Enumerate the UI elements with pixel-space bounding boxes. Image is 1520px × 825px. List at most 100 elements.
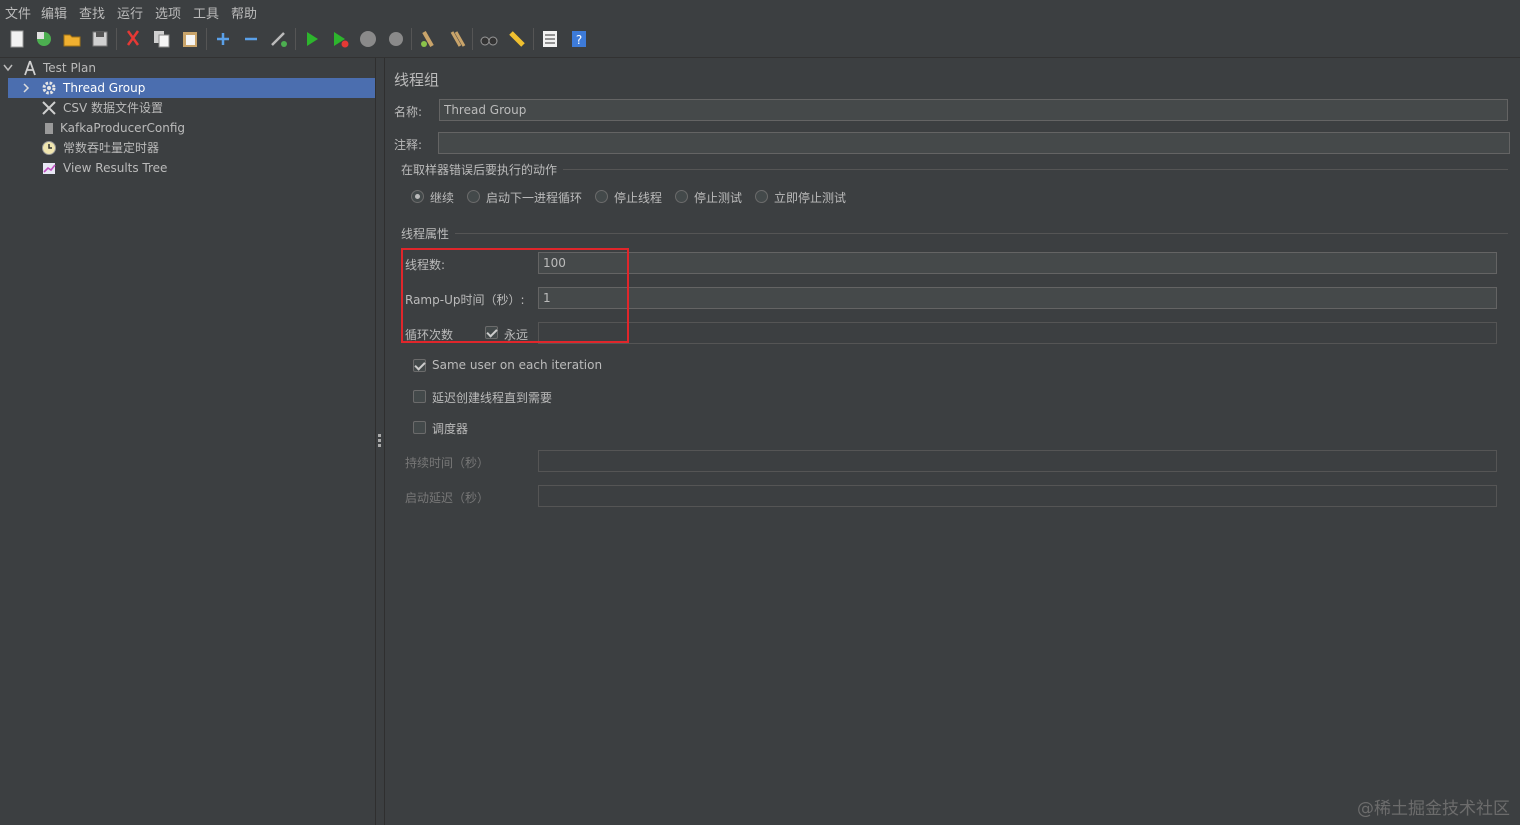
loop-count-input[interactable]	[538, 322, 1497, 344]
startup-delay-label: 启动延迟（秒）	[405, 491, 490, 505]
menu-options[interactable]: 选项	[155, 3, 181, 22]
test-plan-icon	[24, 60, 36, 76]
search-icon[interactable]	[479, 29, 499, 49]
wrench-icon	[42, 101, 56, 115]
error-action-section-title: 在取样器错误后要执行的动作	[401, 163, 558, 177]
same-user-checkbox[interactable]	[413, 359, 426, 372]
tree-item-throughput-timer[interactable]: 常数吞吐量定时器	[8, 138, 375, 158]
chevron-down-icon[interactable]	[3, 64, 13, 72]
tree-item-view-results-tree[interactable]: View Results Tree	[8, 158, 375, 178]
function-helper-icon[interactable]	[540, 29, 560, 49]
thread-group-panel: 线程组 名称: 注释: 在取样器错误后要执行的动作 继续 启动下一进程循环 停止…	[385, 58, 1520, 825]
radio-stop-test[interactable]	[675, 190, 688, 203]
threads-input[interactable]	[538, 252, 1497, 274]
kafka-sampler-icon	[45, 123, 53, 134]
grip-dot	[378, 439, 381, 442]
toolbar-separator	[472, 28, 473, 50]
start-icon[interactable]	[302, 29, 322, 49]
split-pane-divider[interactable]	[376, 58, 385, 825]
radio-continue-label: 继续	[430, 191, 455, 205]
tree-item-label: CSV 数据文件设置	[63, 101, 164, 115]
toolbar: ?	[0, 21, 1520, 58]
new-icon[interactable]	[7, 29, 27, 49]
open-icon[interactable]	[62, 29, 82, 49]
toolbar-separator	[116, 28, 117, 50]
gear-icon	[42, 81, 56, 95]
duration-label: 持续时间（秒）	[405, 456, 490, 470]
delay-thread-creation-label: 延迟创建线程直到需要	[432, 391, 553, 405]
save-icon[interactable]	[90, 29, 110, 49]
tree-item-label: 常数吞吐量定时器	[63, 141, 160, 155]
tree-item-label: Test Plan	[43, 61, 96, 75]
grip-dot	[378, 444, 381, 447]
radio-stop-test-now[interactable]	[755, 190, 768, 203]
section-divider	[563, 169, 1508, 170]
panel-title: 线程组	[394, 71, 440, 89]
tree-item-kafka-config[interactable]: KafkaProducerConfig	[8, 118, 375, 138]
same-user-label: Same user on each iteration	[432, 358, 603, 372]
tree-item-label: View Results Tree	[63, 161, 168, 175]
comment-label: 注释:	[394, 138, 423, 152]
tree-item-label: KafkaProducerConfig	[60, 121, 186, 135]
tree-item-label: Thread Group	[63, 81, 146, 95]
forever-label: 永远	[504, 328, 529, 342]
toolbar-separator	[295, 28, 296, 50]
menu-file[interactable]: 文件	[5, 3, 31, 22]
name-input[interactable]	[439, 99, 1508, 121]
cut-icon[interactable]	[123, 29, 143, 49]
toolbar-separator	[206, 28, 207, 50]
radio-continue[interactable]	[411, 190, 424, 203]
rampup-input[interactable]	[538, 287, 1497, 309]
reset-search-icon[interactable]	[507, 29, 527, 49]
watermark: @稀土掘金技术社区	[1357, 799, 1510, 819]
section-divider	[455, 233, 1508, 234]
scheduler-label: 调度器	[432, 422, 469, 436]
tree-item-test-plan[interactable]: Test Plan	[0, 58, 375, 78]
copy-icon[interactable]	[152, 29, 172, 49]
menu-run[interactable]: 运行	[117, 3, 143, 22]
collapse-icon[interactable]	[241, 29, 261, 49]
menu-tools[interactable]: 工具	[193, 3, 219, 22]
clear-all-icon[interactable]	[447, 29, 467, 49]
chevron-right-icon[interactable]	[22, 83, 30, 93]
paste-icon[interactable]	[180, 29, 200, 49]
templates-icon[interactable]	[34, 29, 54, 49]
radio-start-next-loop-label: 启动下一进程循环	[486, 191, 583, 205]
radio-stop-thread-label: 停止线程	[614, 191, 663, 205]
radio-stop-test-label: 停止测试	[694, 191, 743, 205]
delay-thread-creation-checkbox[interactable]	[413, 390, 426, 403]
help-icon[interactable]: ?	[569, 29, 589, 49]
menu-edit[interactable]: 编辑	[41, 3, 67, 22]
threads-label: 线程数:	[405, 258, 446, 272]
shutdown-icon[interactable]	[386, 29, 406, 49]
radio-stop-thread[interactable]	[595, 190, 608, 203]
menu-help[interactable]: 帮助	[231, 3, 257, 22]
toolbar-separator	[411, 28, 412, 50]
timer-icon	[42, 141, 56, 155]
comment-input[interactable]	[438, 132, 1510, 154]
loop-count-label: 循环次数	[405, 328, 454, 342]
expand-icon[interactable]	[213, 29, 233, 49]
startup-delay-input[interactable]	[538, 485, 1497, 507]
test-plan-tree: Test Plan Thread Group CSV 数据文件设置 KafkaP…	[0, 58, 376, 825]
toolbar-separator	[533, 28, 534, 50]
svg-text:?: ?	[576, 33, 582, 47]
tree-item-thread-group[interactable]: Thread Group	[8, 78, 375, 98]
grip-dot	[378, 434, 381, 437]
duration-input[interactable]	[538, 450, 1497, 472]
menu-bar: 文件 编辑 查找 运行 选项 工具 帮助	[0, 0, 1520, 22]
menu-search[interactable]: 查找	[79, 3, 105, 22]
tree-item-csv-config[interactable]: CSV 数据文件设置	[8, 98, 375, 118]
chart-icon	[43, 163, 56, 174]
start-no-pause-icon[interactable]	[330, 29, 350, 49]
radio-start-next-loop[interactable]	[467, 190, 480, 203]
radio-stop-test-now-label: 立即停止测试	[774, 191, 847, 205]
scheduler-checkbox[interactable]	[413, 421, 426, 434]
toggle-icon[interactable]	[269, 29, 289, 49]
stop-icon[interactable]	[358, 29, 378, 49]
thread-props-section-title: 线程属性	[401, 227, 450, 241]
clear-icon[interactable]	[418, 29, 438, 49]
forever-checkbox[interactable]	[485, 326, 498, 339]
rampup-label: Ramp-Up时间（秒）:	[405, 293, 525, 307]
name-label: 名称:	[394, 105, 423, 119]
